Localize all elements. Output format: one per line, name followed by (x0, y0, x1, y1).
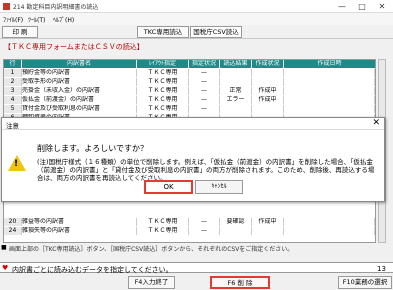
col-date: 作成日時 (317, 60, 342, 67)
table-row[interactable]: 4 仮払金（前渡金）の内訳書 ＴＫＣ専用 — エラー 作成中 (4, 96, 375, 104)
csv-import-button[interactable]: 国税庁CSV読込 (190, 26, 242, 38)
cell-layout: ＴＫＣ専用 (137, 87, 189, 95)
col-result: 読込結果 (220, 60, 252, 68)
cell-date (284, 69, 375, 77)
cell-spec: — (189, 69, 220, 77)
cell-date (284, 227, 375, 235)
cell-spec: — (189, 78, 220, 86)
cell-layout: ＴＫＣ専用 (137, 96, 189, 104)
cell-status: 作成中 (252, 96, 284, 104)
col-name: 内訳書名 (22, 60, 137, 68)
cell-date (284, 87, 375, 95)
cell-spec: — (189, 87, 220, 95)
cell-name: 受取手形の内訳書 (22, 78, 137, 86)
cell-date (284, 218, 375, 226)
table-row[interactable]: 24 雑損失等の内訳書 ＴＫＣ専用 — (4, 227, 375, 235)
cell-n: 20 (4, 218, 22, 226)
cell-result (220, 69, 252, 77)
cell-n: 4 (4, 96, 22, 104)
menu-file[interactable]: ﾌｧｲﾙ(F) (3, 15, 23, 24)
status-bar: ♥ 内訳書ごとに読み込むデータを指定してください。 13 (0, 262, 393, 274)
cell-name: 売掛金（未収入金）の内訳書 (22, 87, 137, 95)
cell-n: 5 (4, 105, 22, 113)
cell-date (284, 96, 375, 104)
maximize-button[interactable]: □ (353, 0, 371, 13)
table-row[interactable]: 5 貸付金及び受取利息の内訳書 ＴＫＣ専用 — (4, 105, 375, 113)
cell-result (220, 105, 252, 113)
cell-layout: ＴＫＣ専用 (137, 69, 189, 77)
window-title: 214 勘定科目内訳明細書の読込 (13, 4, 99, 11)
cell-layout: ＴＫＣ専用 (137, 78, 189, 86)
cell-name: 雑損失等の内訳書 (22, 227, 137, 235)
f6-delete-button[interactable]: F6 削 除 (210, 276, 270, 289)
dialog-body-text: (注)国税庁様式（１６種類）の単位で削除します。例えば、「仮払金（前渡金）の内訳… (37, 158, 375, 182)
cell-name: 貸付金及び受取利息の内訳書 (22, 105, 137, 113)
info-icon: ■ (1, 244, 7, 251)
table-row[interactable]: 1 預貯金等の内訳書 ＴＫＣ専用 — (4, 69, 375, 77)
cell-status (252, 69, 284, 77)
cell-spec: — (189, 105, 220, 113)
cell-result: 正常 (220, 87, 252, 95)
menu-tools[interactable]: ﾂｰﾙ(T) (28, 15, 45, 24)
heart-icon: ♥ (2, 264, 9, 272)
dialog-message: 削除します。よろしいですか？ (37, 144, 148, 153)
function-key-bar: F4入力終了 F6 削 除 F10業務の選択 (0, 275, 393, 290)
cell-layout: ＴＫＣ専用 (137, 105, 189, 113)
cell-n: 3 (4, 87, 22, 95)
cell-spec: — (189, 96, 220, 104)
cell-result: エラー (220, 96, 252, 104)
minimize-button[interactable]: — (333, 0, 351, 13)
cell-name: 仮払金（前渡金）の内訳書 (22, 96, 137, 104)
cell-spec: — (189, 218, 220, 226)
cell-result (220, 78, 252, 86)
status-message: 内訳書ごとに読み込むデータを指定してください。 (12, 266, 173, 274)
cell-status: 作成中 (252, 218, 284, 226)
table-row[interactable]: 3 売掛金（未収入金）の内訳書 ＴＫＣ専用 — 正常 作成中 (4, 87, 375, 95)
grid-header: 行 内訳書名 ﾚｲｱｳﾄ指定 指定状況 読込結果 作成状況 作成日時 (4, 60, 375, 68)
cell-result (220, 227, 252, 235)
app-icon (3, 3, 10, 10)
cell-n: 1 (4, 69, 22, 77)
cell-status: 作成中 (252, 87, 284, 95)
col-status: 作成状況 (252, 60, 284, 68)
f4-finish-button[interactable]: F4入力終了 (128, 276, 175, 289)
cell-name: 預貯金等の内訳書 (22, 69, 137, 77)
cell-date (284, 78, 375, 86)
section-title: 【ＴＫＣ専用フォームまたはＣＳＶの読込】 (4, 43, 144, 51)
dialog-close-button[interactable]: ✕ (372, 118, 380, 128)
cell-status (252, 105, 284, 113)
cell-n: 2 (4, 78, 22, 86)
cell-status (252, 227, 284, 235)
table-row[interactable]: 2 受取手形の内訳書 ＴＫＣ専用 — (4, 78, 375, 86)
warning-mark: ! (14, 159, 19, 169)
page-number: 13 (377, 265, 386, 273)
toolbar: 印 刷 TKC専用読込 国税庁CSV読込 (0, 25, 393, 39)
col-layout: ﾚｲｱｳﾄ指定 (137, 60, 189, 68)
dialog-divider (2, 129, 384, 130)
col-spec: 指定状況 (189, 60, 220, 68)
col-row-no: 行 (4, 60, 22, 68)
menu-help[interactable]: ﾍﾙﾌﾟ(H) (53, 15, 74, 24)
cell-layout: ＴＫＣ専用 (137, 218, 189, 226)
cell-name: 雑益等の内訳書 (22, 218, 137, 226)
cell-result: 要確認 (220, 218, 252, 226)
ok-button[interactable]: OK (144, 180, 193, 194)
cancel-button[interactable]: ｷｬﾝｾﾙ (195, 180, 243, 194)
cell-date (284, 105, 375, 113)
close-button[interactable]: ✕ (373, 0, 391, 13)
cell-spec: — (189, 227, 220, 235)
tkc-import-button[interactable]: TKC専用読込 (137, 26, 189, 38)
table-row[interactable]: 20 雑益等の内訳書 ＴＫＣ専用 — 要確認 作成中 (4, 218, 375, 226)
print-button[interactable]: 印 刷 (2, 26, 38, 38)
cell-n: 24 (4, 227, 22, 235)
cell-layout: ＴＫＣ専用 (137, 227, 189, 235)
title-bar: 214 勘定科目内訳明細書の読込 — □ ✕ (0, 0, 393, 13)
cell-status (252, 78, 284, 86)
menu-bar: ﾌｧｲﾙ(F) ﾂｰﾙ(T) ﾍﾙﾌﾟ(H) (0, 13, 393, 25)
f10-menu-button[interactable]: F10業務の選択 (338, 276, 392, 289)
notice-text: 画面上部の［TKC専用読込］ボタン、［国税庁CSV読込］ボタンから、それぞれのC… (9, 246, 294, 253)
